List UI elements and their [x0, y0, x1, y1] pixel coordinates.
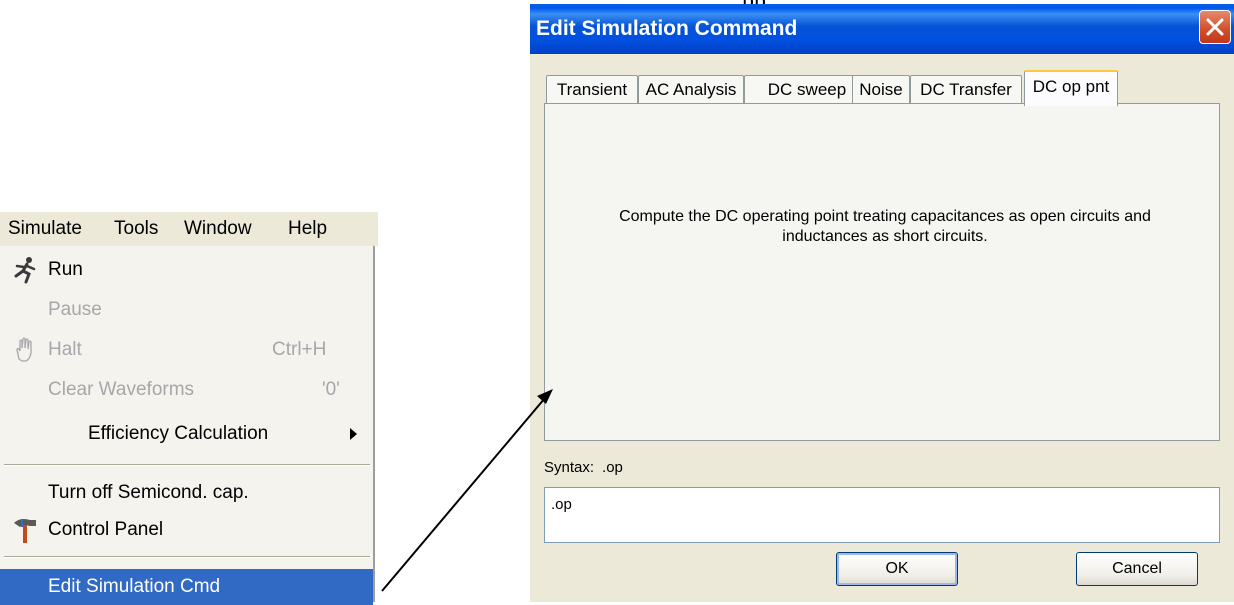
- tab-dc-op-pnt[interactable]: DC op pnt: [1024, 70, 1118, 106]
- arrow-head: [537, 389, 553, 404]
- arrow-line: [381, 397, 546, 592]
